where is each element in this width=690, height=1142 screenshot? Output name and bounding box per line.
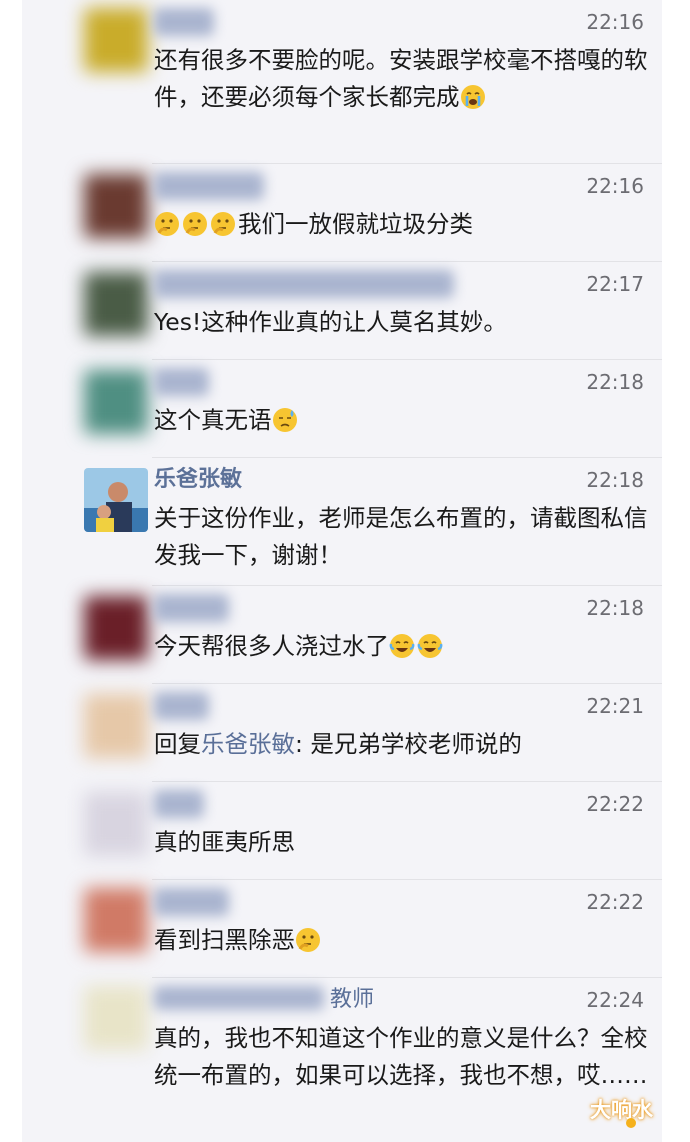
thinking-face-icon xyxy=(211,212,235,236)
comment-time: 22:18 xyxy=(586,468,644,492)
commenter-name[interactable] xyxy=(154,368,209,396)
crying-face-icon xyxy=(460,85,485,109)
tears-of-joy-icon xyxy=(417,634,443,658)
avatar-photo xyxy=(84,468,148,532)
comment-item[interactable]: 22:18 今天帮很多人浇过水了 xyxy=(22,586,662,684)
watermark-dot xyxy=(626,1118,636,1128)
avatar[interactable] xyxy=(84,694,148,758)
comment-time: 22:16 xyxy=(586,174,644,198)
thinking-face-icon xyxy=(155,212,179,236)
sweat-face-icon xyxy=(272,408,297,432)
comment-text: 今天帮很多人浇过水了 xyxy=(154,628,650,665)
commenter-name[interactable] xyxy=(154,594,229,622)
comment-text: 真的，我也不知道这个作业的意义是什么？全校统一布置的，如果可以选择，我也不想，哎… xyxy=(154,1024,648,1089)
comment-time: 22:22 xyxy=(586,890,644,914)
avatar[interactable] xyxy=(84,370,148,434)
commenter-name[interactable] xyxy=(154,172,264,200)
avatar[interactable] xyxy=(84,792,148,856)
avatar[interactable] xyxy=(84,596,148,660)
avatar[interactable] xyxy=(84,986,148,1050)
comment-text: 这个真无语 xyxy=(154,402,650,439)
avatar[interactable] xyxy=(84,888,148,952)
comment-list: 22:16 还有很多不要脸的呢。安装跟学校毫不搭嘎的软件，还要必须每个家长都完成… xyxy=(22,0,662,1142)
commenter-name[interactable] xyxy=(154,270,454,298)
comment-item[interactable]: 22:16 我们一放假就垃圾分类 xyxy=(22,164,662,262)
comment-time: 22:18 xyxy=(586,370,644,394)
avatar[interactable] xyxy=(84,272,148,336)
comment-time: 22:22 xyxy=(586,792,644,816)
thinking-face-icon xyxy=(183,212,207,236)
comment-item[interactable]: 22:17 Yes!这种作业真的让人莫名其妙。 xyxy=(22,262,662,360)
comment-text: Yes!这种作业真的让人莫名其妙。 xyxy=(154,308,507,336)
comment-text: 关于这份作业，老师是怎么布置的，请截图私信发我一下，谢谢！ xyxy=(154,504,648,569)
comment-item[interactable]: 22:18 这个真无语 xyxy=(22,360,662,458)
commenter-name[interactable]: 乐爸张敏 xyxy=(154,466,242,494)
comment-item[interactable]: 教师 22:24 真的，我也不知道这个作业的意义是什么？全校统一布置的，如果可以… xyxy=(22,978,662,1142)
comment-item[interactable]: 乐爸张敏 22:18 关于这份作业，老师是怎么布置的，请截图私信发我一下，谢谢！ xyxy=(22,458,662,586)
thinking-face-icon xyxy=(296,928,320,952)
comment-time: 22:21 xyxy=(586,694,644,718)
comment-text: 看到扫黑除恶 xyxy=(154,922,650,959)
commenter-name[interactable] xyxy=(154,8,214,36)
avatar[interactable] xyxy=(84,468,148,532)
comment-text: 还有很多不要脸的呢。安装跟学校毫不搭嘎的软件，还要必须每个家长都完成 xyxy=(154,46,648,111)
tears-of-joy-icon xyxy=(389,634,415,658)
comment-item[interactable]: 22:16 还有很多不要脸的呢。安装跟学校毫不搭嘎的软件，还要必须每个家长都完成 xyxy=(22,0,662,164)
avatar[interactable] xyxy=(84,174,148,238)
comment-time: 22:24 xyxy=(586,988,644,1012)
comment-text: 我们一放假就垃圾分类 xyxy=(154,206,650,243)
comment-time: 22:17 xyxy=(586,272,644,296)
comment-text: 回复乐爸张敏: 是兄弟学校老师说的 xyxy=(154,730,522,758)
commenter-name[interactable] xyxy=(154,790,204,818)
avatar[interactable] xyxy=(84,8,148,72)
commenter-name[interactable] xyxy=(154,888,229,916)
comment-time: 22:16 xyxy=(586,10,644,34)
comment-time: 22:18 xyxy=(586,596,644,620)
comment-item[interactable]: 22:22 看到扫黑除恶 xyxy=(22,880,662,978)
comment-text: 真的匪夷所思 xyxy=(154,828,295,856)
comment-item[interactable]: 22:22 真的匪夷所思 xyxy=(22,782,662,880)
reply-mention-link[interactable]: 乐爸张敏 xyxy=(201,730,295,758)
commenter-name[interactable]: 教师 xyxy=(154,986,374,1014)
commenter-name[interactable] xyxy=(154,692,209,720)
comment-item[interactable]: 22:21 回复乐爸张敏: 是兄弟学校老师说的 xyxy=(22,684,662,782)
commenter-name-blurred xyxy=(154,986,324,1010)
